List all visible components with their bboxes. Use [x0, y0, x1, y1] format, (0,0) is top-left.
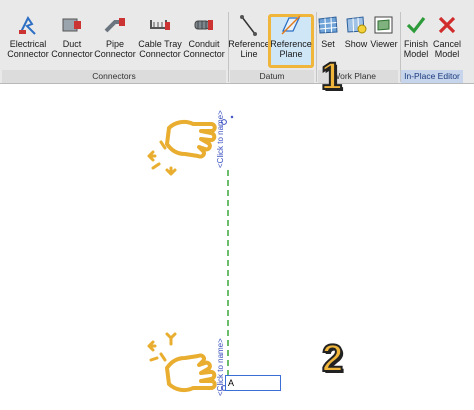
- reference-line-button[interactable]: Reference Line: [228, 14, 270, 70]
- viewer-icon: [374, 16, 393, 34]
- show-grid-icon: [346, 16, 367, 34]
- cancel-model-button[interactable]: Cancel Model: [431, 14, 463, 70]
- electrical-connector-button[interactable]: Electrical Connector: [6, 14, 50, 70]
- duct-connector-icon: [62, 18, 81, 32]
- ribbon: Electrical Connector Duct Connector Pipe Co…: [0, 0, 474, 84]
- panel-label-datum: Datum: [230, 70, 314, 83]
- step-number-2: 2: [321, 337, 344, 381]
- reference-plane-name-input[interactable]: [225, 375, 281, 391]
- cable-tray-connector-icon: [150, 20, 170, 30]
- duct-connector-button[interactable]: Duct Connector: [51, 14, 93, 70]
- electrical-connector-icon: [19, 16, 36, 35]
- reference-plane-button-content[interactable]: Reference Plane: [269, 14, 313, 70]
- checkmark-icon: [406, 17, 426, 34]
- hand-drag-icon: [147, 119, 217, 176]
- reference-plane-icon: [281, 15, 301, 35]
- reference-line-icon: [240, 15, 257, 36]
- pipe-connector-button[interactable]: Pipe Connector: [94, 14, 136, 70]
- conduit-connector-icon: [194, 20, 213, 30]
- panel-label-in-place-editor: In-Place Editor: [401, 70, 463, 83]
- show-button[interactable]: Show: [342, 14, 370, 70]
- close-icon: [438, 16, 456, 34]
- cable-tray-connector-button[interactable]: Cable Tray Connector: [138, 14, 182, 70]
- finish-model-button[interactable]: Finish Model: [401, 14, 431, 70]
- pipe-connector-icon: [104, 18, 125, 33]
- viewer-button[interactable]: Viewer: [370, 14, 398, 70]
- conduit-connector-button[interactable]: Conduit Connector: [183, 14, 225, 70]
- set-grid-icon: [318, 16, 338, 34]
- panel-label-connectors: Connectors: [2, 70, 226, 83]
- hand-drag-icon: [147, 332, 217, 393]
